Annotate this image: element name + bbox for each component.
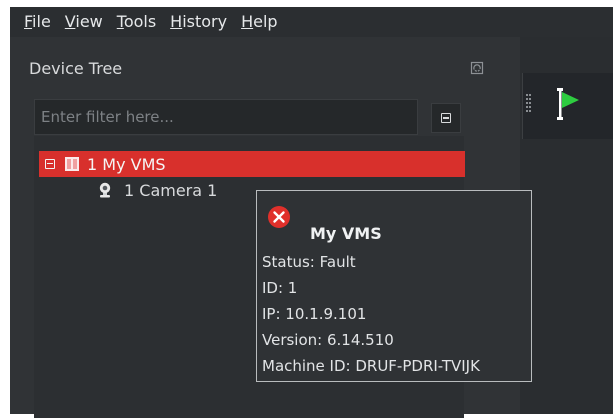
menu-view[interactable]: View	[65, 7, 103, 37]
menu-help[interactable]: Help	[241, 7, 277, 37]
tree-item-server[interactable]: 1 My VMS	[39, 151, 465, 177]
tree-item-camera[interactable]: 1 Camera 1	[98, 177, 217, 203]
server-icon	[65, 157, 79, 171]
tooltip-machine-id: Machine ID: DRUF-PDRI-TVIJK	[262, 357, 480, 375]
sync-icon[interactable]	[470, 61, 484, 75]
tooltip-version: Version: 6.14.510	[262, 331, 394, 349]
device-tree-title: Device Tree	[29, 59, 123, 78]
collapse-icon	[441, 113, 451, 123]
menu-tools[interactable]: Tools	[117, 7, 156, 37]
tree-item-label: 1 My VMS	[87, 154, 166, 174]
menu-history[interactable]: History	[170, 7, 227, 37]
tooltip-status: Status: Fault	[262, 253, 356, 271]
filter-input[interactable]	[34, 99, 418, 135]
collapse-all-button[interactable]	[431, 103, 461, 133]
start-flag-icon[interactable]	[549, 86, 579, 122]
tooltip-id: ID: 1	[262, 279, 298, 297]
tree-item-label: 1 Camera 1	[124, 180, 218, 200]
drag-handle-icon[interactable]	[526, 94, 532, 114]
tooltip-ip: IP: 10.1.9.101	[262, 305, 367, 323]
server-tooltip: My VMS Status: Fault ID: 1 IP: 10.1.9.10…	[256, 190, 532, 382]
menu-file[interactable]: File	[24, 7, 51, 37]
camera-icon	[99, 182, 111, 198]
tooltip-title: My VMS	[310, 224, 382, 243]
error-icon	[268, 206, 290, 228]
menu-bar: File View Tools History Help	[10, 7, 613, 37]
expander-minus-icon[interactable]	[45, 159, 55, 169]
